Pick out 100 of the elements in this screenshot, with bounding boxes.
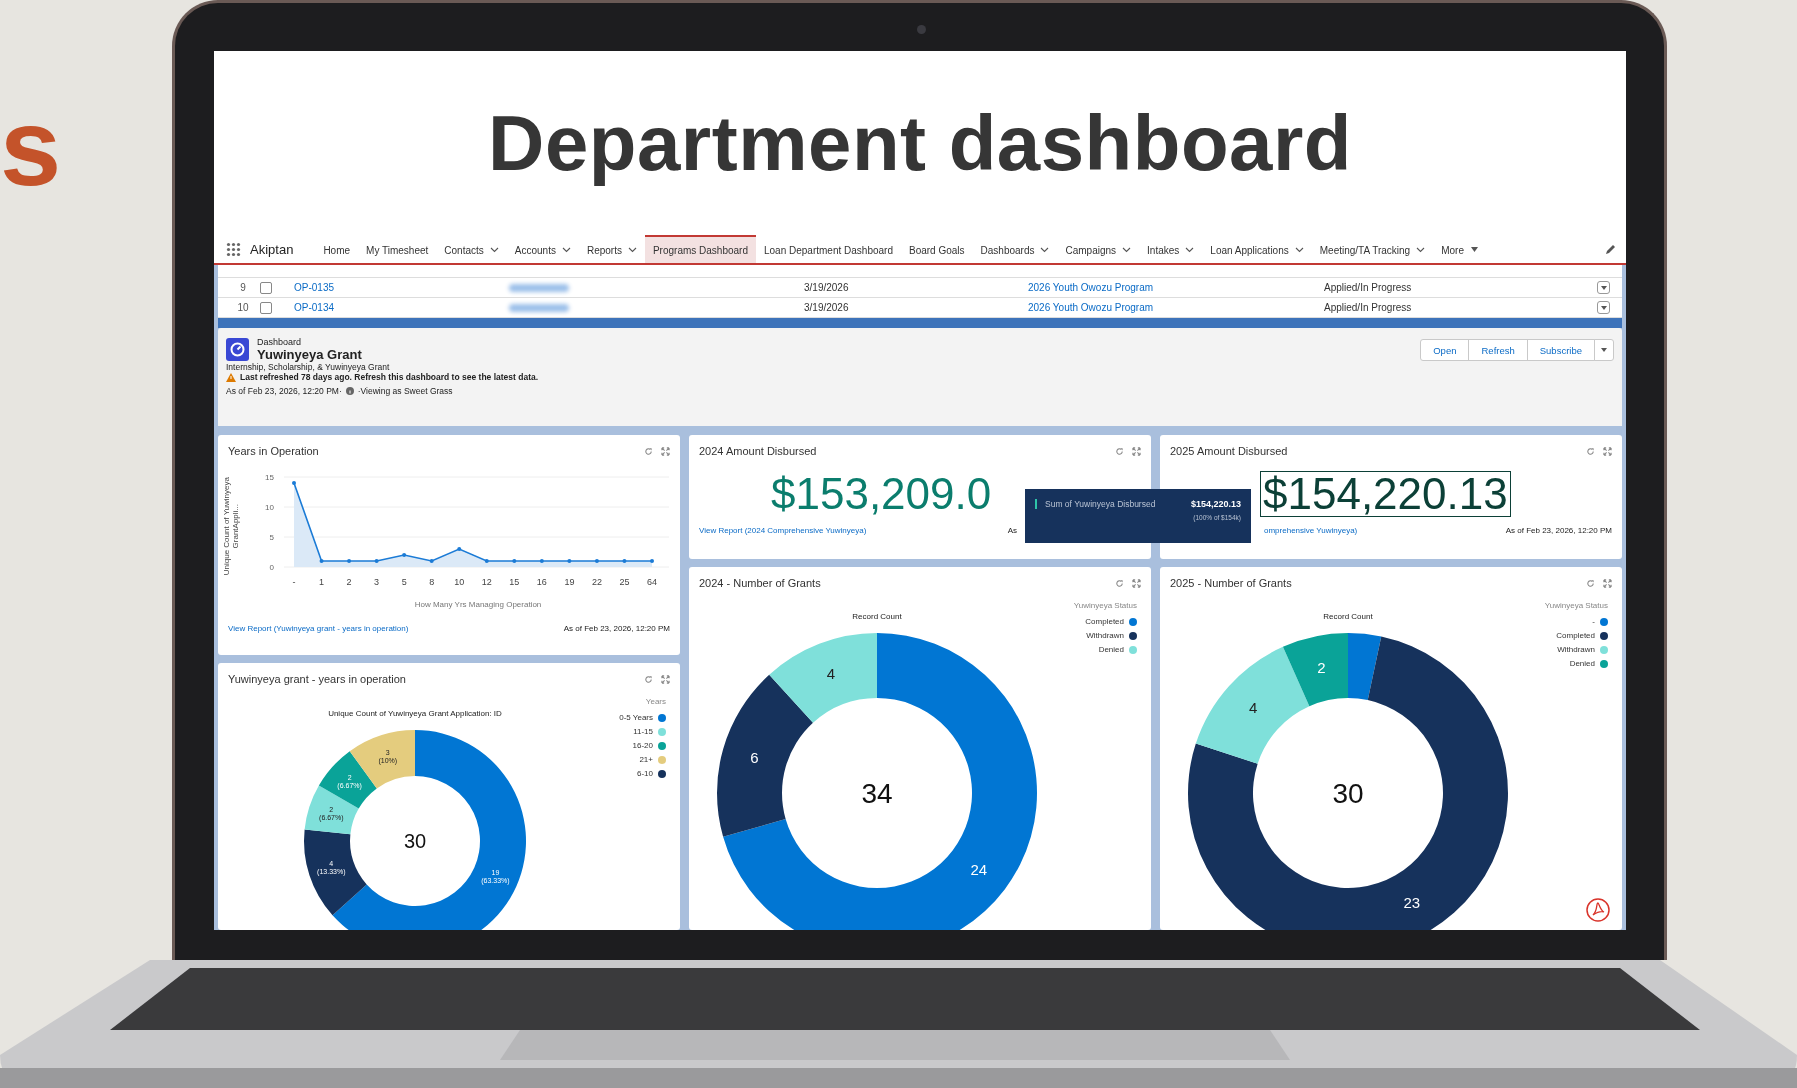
- chevron-down-icon[interactable]: [561, 247, 571, 253]
- nav-tab[interactable]: Intakes: [1139, 235, 1203, 263]
- chevron-down-icon[interactable]: [627, 247, 637, 253]
- slice-label: 4: [1249, 698, 1258, 716]
- nav-tab[interactable]: Dashboards: [972, 235, 1058, 263]
- row-checkbox[interactable]: [260, 301, 272, 314]
- chevron-down-icon[interactable]: [1185, 247, 1195, 253]
- program-link[interactable]: 2026 Youth Owozu Program: [1028, 302, 1324, 313]
- record-link[interactable]: OP-0134: [294, 302, 509, 313]
- as-of-text: As: [1007, 525, 1017, 535]
- header-button[interactable]: Refresh: [1468, 339, 1528, 361]
- app-name: Akiptan: [250, 241, 294, 257]
- nav-tab[interactable]: Loan Department Dashboard: [756, 235, 901, 263]
- tooltip-label: Sum of Yuwinyeya Disbursed: [1045, 499, 1156, 509]
- chevron-down-icon[interactable]: [1416, 247, 1426, 253]
- caret-icon: [1600, 305, 1607, 310]
- chevron-down-icon[interactable]: [1122, 247, 1132, 253]
- expand-icon[interactable]: [1603, 446, 1612, 456]
- axis-tick-label: 10: [265, 503, 274, 512]
- row-menu-button[interactable]: [1597, 301, 1610, 314]
- view-report-link[interactable]: omprehensive Yuwinyeya): [1264, 525, 1358, 535]
- data-point: [402, 553, 407, 557]
- axis-tick-label: -: [292, 577, 296, 587]
- legend-title: Years: [645, 697, 666, 706]
- nav-tab[interactable]: More: [1433, 235, 1487, 263]
- row-menu-button[interactable]: [1597, 281, 1610, 294]
- caret-icon: [1601, 348, 1607, 352]
- axis-tick-label: 15: [509, 577, 520, 587]
- blurred-name-block: [509, 283, 569, 292]
- donut-total: 34: [861, 778, 893, 809]
- row-number: 9: [239, 282, 247, 293]
- slice-label: 24: [970, 860, 988, 878]
- legend-label: Denied: [1098, 645, 1124, 654]
- card-title: 2024 - Number of Grants: [699, 577, 821, 589]
- slice-label: 6: [750, 749, 759, 767]
- expand-icon[interactable]: [661, 674, 670, 684]
- axis-tick-label: 16: [536, 577, 547, 587]
- pencil-icon[interactable]: [1605, 243, 1616, 255]
- camera-dot: [917, 25, 926, 34]
- legend-label: 16-20: [632, 741, 653, 750]
- nav-tab[interactable]: Home: [315, 235, 359, 263]
- refresh-icon[interactable]: [1586, 578, 1595, 588]
- chevron-down-icon[interactable]: [1294, 247, 1304, 253]
- legend-title: Yuwinyeya Status: [1073, 601, 1137, 610]
- data-point: [457, 547, 462, 551]
- record-link[interactable]: OP-0135: [294, 282, 509, 293]
- expand-icon[interactable]: [661, 446, 670, 456]
- nav-tab[interactable]: Reports: [578, 235, 645, 263]
- refresh-icon[interactable]: [1115, 446, 1124, 456]
- header-button[interactable]: Subscribe: [1526, 339, 1595, 361]
- legend-label: Completed: [1085, 617, 1124, 626]
- refresh-icon[interactable]: [644, 674, 653, 684]
- chart-title: Unique Count of Yuwinyeya Grant Application: ID: [328, 709, 502, 718]
- nav-tab[interactable]: Meeting/TA Tracking: [1311, 235, 1434, 263]
- data-point: [374, 559, 379, 563]
- axis-tick-label: 12: [481, 577, 492, 587]
- row-checkbox[interactable]: [260, 281, 272, 294]
- legend-label: Withdrawn: [1086, 631, 1124, 640]
- dashboard-type-label: Dashboard: [257, 337, 303, 347]
- app-launcher-icon[interactable]: [226, 241, 241, 257]
- pdf-icon[interactable]: [1586, 898, 1610, 922]
- more-actions-button[interactable]: [1594, 339, 1614, 361]
- metric-value: $153,209.0: [771, 472, 992, 516]
- expand-icon[interactable]: [1132, 446, 1141, 456]
- legend-label: Completed: [1556, 631, 1595, 640]
- refresh-warning: Last refreshed 78 days ago. Refresh this dashboard to see the latest data.: [240, 372, 539, 382]
- caret-icon[interactable]: [1469, 247, 1479, 253]
- view-report-link[interactable]: View Report (Yuwinyeya grant - years in operation): [228, 623, 409, 633]
- axis-tick-label: 19: [564, 577, 575, 587]
- nav-tab[interactable]: Contacts: [436, 235, 507, 263]
- data-point: [539, 559, 544, 563]
- legend-label: Withdrawn: [1557, 645, 1595, 654]
- card-title: Years in Operation: [228, 445, 319, 457]
- card-title: 2025 - Number of Grants: [1170, 577, 1292, 589]
- data-point: [292, 481, 296, 485]
- refresh-icon[interactable]: [1115, 578, 1124, 588]
- data-point: [484, 559, 489, 563]
- nav-tab[interactable]: Loan Applications: [1202, 235, 1312, 263]
- date-cell-text: 3/19/2026: [804, 282, 850, 293]
- nav-tab[interactable]: Board Goals: [900, 235, 973, 263]
- expand-icon[interactable]: [1603, 578, 1612, 588]
- nav-tab[interactable]: Programs Dashboard: [644, 235, 756, 263]
- nav-tab[interactable]: Accounts: [506, 235, 579, 263]
- chevron-down-icon[interactable]: [489, 247, 499, 253]
- data-point: [594, 559, 599, 563]
- nav-tab[interactable]: Campaigns: [1057, 235, 1140, 263]
- chevron-down-icon[interactable]: [1040, 247, 1050, 253]
- data-point: [347, 559, 352, 563]
- header-button[interactable]: Open: [1420, 339, 1470, 361]
- refresh-icon[interactable]: [1586, 446, 1595, 456]
- slice-label: 4: [826, 665, 836, 683]
- nav-tab[interactable]: My Timesheet: [358, 235, 437, 263]
- refresh-icon[interactable]: [644, 446, 653, 456]
- program-link[interactable]: 2026 Youth Owozu Program: [1028, 282, 1324, 293]
- view-report-link[interactable]: View Report (2024 Comprehensive Yuwinyeya): [699, 525, 867, 535]
- expand-icon[interactable]: [1132, 578, 1141, 588]
- warning-icon: [226, 372, 236, 382]
- y-axis-label: Unique Count of Yuwinyeya GrantAppli...: [221, 476, 241, 578]
- blurred-name-block: [509, 303, 569, 312]
- legend-label: -: [1592, 617, 1595, 626]
